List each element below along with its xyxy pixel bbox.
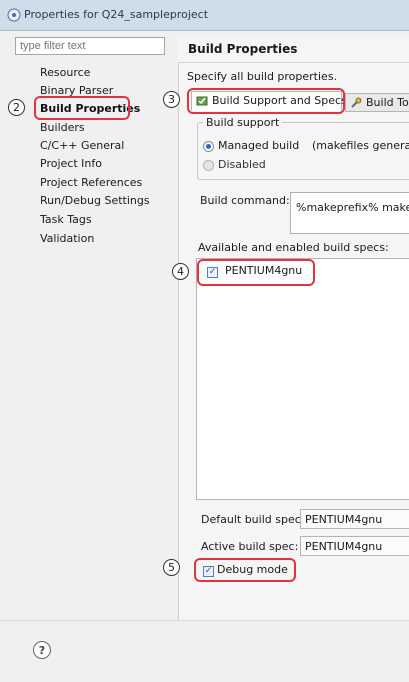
tab-build-tools[interactable]: Build To [345,93,409,112]
page-description: Specify all build properties. [187,70,338,83]
tab-label: Build To [366,96,409,109]
highlight-spec-item [197,259,315,286]
nav-item-project-info[interactable]: Project Info [40,157,102,170]
managed-build-note: (makefiles generate [312,139,409,152]
specs-label: Available and enabled build specs: [198,241,389,254]
managed-build-label: Managed build [218,139,300,152]
nav-item-validation[interactable]: Validation [40,232,94,245]
filter-input[interactable] [15,37,165,55]
build-tools-icon [351,97,362,108]
build-support-group-label: Build support [203,116,283,129]
nav-item-resource[interactable]: Resource [40,66,90,79]
default-spec-select[interactable]: PENTIUM4gnu [300,509,409,529]
callout-5: 5 [163,559,180,576]
nav-item-project-references[interactable]: Project References [40,176,142,189]
nav-item-builders[interactable]: Builders [40,121,85,134]
callout-4: 4 [172,263,189,280]
help-button[interactable]: ? [33,641,51,659]
nav-item-cpp-general[interactable]: C/C++ General [40,139,124,152]
nav-item-run-debug-settings[interactable]: Run/Debug Settings [40,194,150,207]
active-spec-select[interactable]: PENTIUM4gnu [300,536,409,556]
dialog-footer [0,620,409,682]
build-specs-list[interactable] [196,258,409,500]
highlight-build-support-tab [187,88,345,114]
window-title: Properties for Q24_sampleproject [24,8,209,21]
callout-2: 2 [8,99,25,116]
default-spec-label: Default build spec: [201,513,305,526]
highlight-debug-mode [194,558,296,582]
nav-item-task-tags[interactable]: Task Tags [40,213,92,226]
properties-icon [7,8,21,22]
page-title: Build Properties [188,42,298,56]
active-spec-label: Active build spec: [201,540,299,553]
disabled-radio[interactable] [203,160,214,171]
build-command-field[interactable]: %makeprefix% make [290,192,409,234]
build-command-label: Build command: [200,194,290,207]
disabled-label: Disabled [218,158,266,171]
managed-build-radio[interactable] [203,141,214,152]
callout-3: 3 [163,91,180,108]
highlight-build-properties [34,96,130,120]
